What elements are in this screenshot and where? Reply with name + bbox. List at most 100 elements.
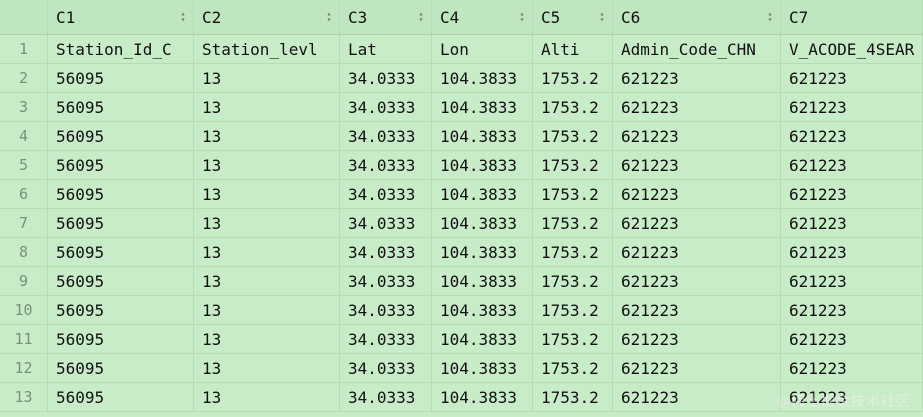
table-row[interactable]: 10 56095 13 34.0333 104.3833 1753.2 6212…: [0, 296, 923, 325]
table-cell[interactable]: 13: [194, 122, 340, 150]
table-cell[interactable]: 621223: [613, 93, 781, 121]
table-cell[interactable]: 34.0333: [340, 267, 432, 295]
table-row[interactable]: 8 56095 13 34.0333 104.3833 1753.2 62122…: [0, 238, 923, 267]
column-header-c4[interactable]: C4 ▴ ▾: [432, 0, 533, 34]
table-cell[interactable]: 56095: [48, 151, 194, 179]
table-cell[interactable]: 56095: [48, 354, 194, 382]
table-cell[interactable]: 13: [194, 354, 340, 382]
table-cell[interactable]: 104.3833: [432, 151, 533, 179]
table-cell[interactable]: 13: [194, 209, 340, 237]
table-cell[interactable]: 56095: [48, 238, 194, 266]
column-header-c5[interactable]: C5 ▴ ▾: [533, 0, 613, 34]
sort-updown-icon[interactable]: ▴ ▾: [417, 10, 425, 24]
table-cell[interactable]: 13: [194, 296, 340, 324]
table-row[interactable]: 11 56095 13 34.0333 104.3833 1753.2 6212…: [0, 325, 923, 354]
table-cell[interactable]: 56095: [48, 209, 194, 237]
table-cell[interactable]: 104.3833: [432, 238, 533, 266]
table-cell[interactable]: 34.0333: [340, 383, 432, 411]
table-row[interactable]: 9 56095 13 34.0333 104.3833 1753.2 62122…: [0, 267, 923, 296]
table-cell[interactable]: Lat: [340, 35, 432, 63]
table-cell[interactable]: 1753.2: [533, 238, 613, 266]
column-header-c3[interactable]: C3 ▴ ▾: [340, 0, 432, 34]
table-cell[interactable]: 34.0333: [340, 122, 432, 150]
table-cell[interactable]: 56095: [48, 93, 194, 121]
table-cell[interactable]: 56095: [48, 122, 194, 150]
table-cell[interactable]: 621223: [613, 180, 781, 208]
table-cell[interactable]: 13: [194, 238, 340, 266]
table-row[interactable]: 4 56095 13 34.0333 104.3833 1753.2 62122…: [0, 122, 923, 151]
table-cell[interactable]: 621223: [613, 354, 781, 382]
table-cell[interactable]: 104.3833: [432, 296, 533, 324]
sort-updown-icon[interactable]: ▴ ▾: [325, 10, 333, 24]
table-cell[interactable]: Admin_Code_CHN: [613, 35, 781, 63]
table-cell[interactable]: 104.3833: [432, 354, 533, 382]
table-cell[interactable]: 621223: [781, 325, 923, 353]
table-row[interactable]: 3 56095 13 34.0333 104.3833 1753.2 62122…: [0, 93, 923, 122]
column-header-c2[interactable]: C2 ▴ ▾: [194, 0, 340, 34]
table-cell[interactable]: 104.3833: [432, 64, 533, 92]
table-cell[interactable]: 56095: [48, 296, 194, 324]
table-cell[interactable]: Lon: [432, 35, 533, 63]
table-cell[interactable]: 621223: [613, 325, 781, 353]
table-row[interactable]: 12 56095 13 34.0333 104.3833 1753.2 6212…: [0, 354, 923, 383]
table-row[interactable]: 7 56095 13 34.0333 104.3833 1753.2 62122…: [0, 209, 923, 238]
table-cell[interactable]: 621223: [781, 296, 923, 324]
table-cell[interactable]: 621223: [613, 267, 781, 295]
table-cell[interactable]: Station_levl: [194, 35, 340, 63]
table-cell[interactable]: Alti: [533, 35, 613, 63]
table-cell[interactable]: 34.0333: [340, 93, 432, 121]
table-cell[interactable]: 621223: [781, 180, 923, 208]
table-cell[interactable]: 56095: [48, 180, 194, 208]
table-cell[interactable]: 34.0333: [340, 325, 432, 353]
table-cell[interactable]: 621223: [613, 238, 781, 266]
table-cell[interactable]: 56095: [48, 267, 194, 295]
table-cell[interactable]: 621223: [781, 383, 923, 411]
table-cell[interactable]: 621223: [781, 267, 923, 295]
table-cell[interactable]: V_ACODE_4SEAR: [781, 35, 923, 63]
sort-updown-icon[interactable]: ▴ ▾: [518, 10, 526, 24]
table-cell[interactable]: 621223: [613, 209, 781, 237]
table-cell[interactable]: 13: [194, 267, 340, 295]
table-cell[interactable]: 34.0333: [340, 354, 432, 382]
table-cell[interactable]: 13: [194, 93, 340, 121]
table-cell[interactable]: 13: [194, 383, 340, 411]
sort-updown-icon[interactable]: ▴ ▾: [598, 10, 606, 24]
table-cell[interactable]: 34.0333: [340, 180, 432, 208]
table-cell[interactable]: 621223: [781, 151, 923, 179]
table-cell[interactable]: 104.3833: [432, 383, 533, 411]
table-cell[interactable]: 1753.2: [533, 122, 613, 150]
table-cell[interactable]: 621223: [781, 93, 923, 121]
table-cell[interactable]: 1753.2: [533, 93, 613, 121]
column-header-c7[interactable]: C7: [781, 0, 923, 34]
column-header-c1[interactable]: C1 ▴ ▾: [48, 0, 194, 34]
table-cell[interactable]: 621223: [613, 122, 781, 150]
table-row[interactable]: 13 56095 13 34.0333 104.3833 1753.2 6212…: [0, 383, 923, 412]
table-cell[interactable]: 1753.2: [533, 180, 613, 208]
table-cell[interactable]: 1753.2: [533, 354, 613, 382]
table-cell[interactable]: 1753.2: [533, 151, 613, 179]
table-cell[interactable]: 34.0333: [340, 151, 432, 179]
table-row[interactable]: 1 Station_Id_C Station_levl Lat Lon Alti…: [0, 35, 923, 64]
table-cell[interactable]: 1753.2: [533, 383, 613, 411]
table-row[interactable]: 2 56095 13 34.0333 104.3833 1753.2 62122…: [0, 64, 923, 93]
table-cell[interactable]: 104.3833: [432, 209, 533, 237]
table-row[interactable]: 5 56095 13 34.0333 104.3833 1753.2 62122…: [0, 151, 923, 180]
table-cell[interactable]: 104.3833: [432, 267, 533, 295]
table-cell[interactable]: 104.3833: [432, 93, 533, 121]
sort-updown-icon[interactable]: ▴ ▾: [766, 10, 774, 24]
table-cell[interactable]: 56095: [48, 325, 194, 353]
table-cell[interactable]: 621223: [613, 296, 781, 324]
table-cell[interactable]: 1753.2: [533, 209, 613, 237]
table-cell[interactable]: 621223: [781, 238, 923, 266]
table-cell[interactable]: 34.0333: [340, 238, 432, 266]
column-header-c6[interactable]: C6 ▴ ▾: [613, 0, 781, 34]
table-cell[interactable]: 621223: [781, 209, 923, 237]
table-cell[interactable]: 621223: [613, 64, 781, 92]
table-cell[interactable]: 621223: [613, 151, 781, 179]
table-cell[interactable]: 104.3833: [432, 180, 533, 208]
table-row[interactable]: 6 56095 13 34.0333 104.3833 1753.2 62122…: [0, 180, 923, 209]
table-cell[interactable]: 56095: [48, 64, 194, 92]
table-cell[interactable]: 13: [194, 180, 340, 208]
table-cell[interactable]: Station_Id_C: [48, 35, 194, 63]
table-cell[interactable]: 104.3833: [432, 325, 533, 353]
